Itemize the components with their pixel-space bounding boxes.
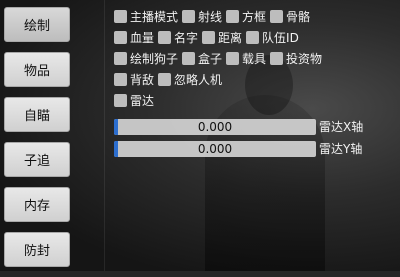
option-label: 方框 [242,10,267,24]
checkbox[interactable] [202,31,216,44]
slider-handle[interactable] [114,140,118,157]
sidebar-item-label: 内存 [23,199,50,214]
option-row: 主播模式 射线 方框 骨骼 [114,6,400,27]
checkbox[interactable] [114,10,127,23]
sidebar-item-label: 物品 [23,64,50,79]
option-label: 骨骼 [286,10,311,24]
option-label: 绘制狗子 [130,52,179,66]
checkbox[interactable] [114,73,127,86]
slider-value: 0.000 [197,141,233,156]
option-label: 队伍ID [262,31,299,45]
option-row: 背敌 忽略人机 [114,69,400,90]
radar-y-slider[interactable]: 0.000 [114,140,316,157]
option-label: 载具 [242,52,267,66]
option-radar[interactable]: 雷达 [114,92,154,109]
slider-label: 雷达X轴 [319,120,364,134]
option-behind-enemy[interactable]: 背敌 [114,71,154,88]
option-ray[interactable]: 射线 [182,8,222,25]
radar-x-slider[interactable]: 0.000 [114,118,316,135]
option-label: 名字 [174,31,199,45]
slider-value: 0.000 [197,119,233,134]
checkbox[interactable] [226,10,240,23]
sidebar-item-label: 子追 [23,154,50,169]
checkbox[interactable] [270,10,284,23]
radar-y-slider-row: 0.000 雷达Y轴 [114,140,400,157]
checkbox[interactable] [158,73,172,86]
sidebar-item-aimbot[interactable]: 自瞄 [4,97,70,132]
option-label: 盒子 [198,52,223,66]
sidebar-item-bullet-tracking[interactable]: 子追 [4,142,70,177]
option-vehicle[interactable]: 载具 [226,50,266,67]
option-label: 投资物 [286,52,323,66]
checkbox[interactable] [226,52,240,65]
checkbox[interactable] [246,31,260,44]
option-throwables[interactable]: 投资物 [270,50,322,67]
option-distance[interactable]: 距离 [202,29,242,46]
option-row: 血量 名字 距离 队伍ID [114,27,400,48]
option-row: 雷达 [114,90,400,111]
sidebar-item-anti-ban[interactable]: 防封 [4,232,70,267]
option-box[interactable]: 方框 [226,8,266,25]
option-streamer-mode[interactable]: 主播模式 [114,8,178,25]
checkbox[interactable] [158,31,172,44]
sidebar: 绘制 物品 自瞄 子追 内存 防封 [4,7,71,277]
option-name[interactable]: 名字 [158,29,198,46]
option-ignore-bots[interactable]: 忽略人机 [158,71,222,88]
radar-x-slider-row: 0.000 雷达X轴 [114,118,400,135]
sidebar-item-items[interactable]: 物品 [4,52,70,87]
option-team-id[interactable]: 队伍ID [246,29,299,46]
option-row: 绘制狗子 盒子 载具 投资物 [114,48,400,69]
slider-label: 雷达Y轴 [319,142,363,156]
option-skeleton[interactable]: 骨骼 [270,8,310,25]
sidebar-item-label: 绘制 [23,19,50,34]
checkbox[interactable] [270,52,284,65]
checkbox[interactable] [114,52,127,65]
option-health[interactable]: 血量 [114,29,154,46]
checkbox[interactable] [114,94,127,107]
checkbox[interactable] [182,52,196,65]
option-label: 忽略人机 [174,73,223,87]
panel-divider [104,0,105,271]
option-label: 血量 [130,31,155,45]
option-draw-dog[interactable]: 绘制狗子 [114,50,178,67]
option-label: 雷达 [130,94,155,108]
option-label: 背敌 [130,73,155,87]
sidebar-item-memory[interactable]: 内存 [4,187,70,222]
slider-handle[interactable] [114,118,118,135]
checkbox[interactable] [182,10,196,23]
sidebar-item-draw[interactable]: 绘制 [4,7,70,42]
checkbox[interactable] [114,31,127,44]
option-label: 距离 [218,31,243,45]
option-box-loot[interactable]: 盒子 [182,50,222,67]
draw-options-panel: 主播模式 射线 方框 骨骼 血量 名字 距离 队伍ID 绘制狗子 盒子 载具 投… [114,6,400,111]
option-label: 射线 [198,10,223,24]
option-label: 主播模式 [130,10,179,24]
sidebar-item-label: 自瞄 [23,109,50,124]
sidebar-item-label: 防封 [23,244,50,259]
